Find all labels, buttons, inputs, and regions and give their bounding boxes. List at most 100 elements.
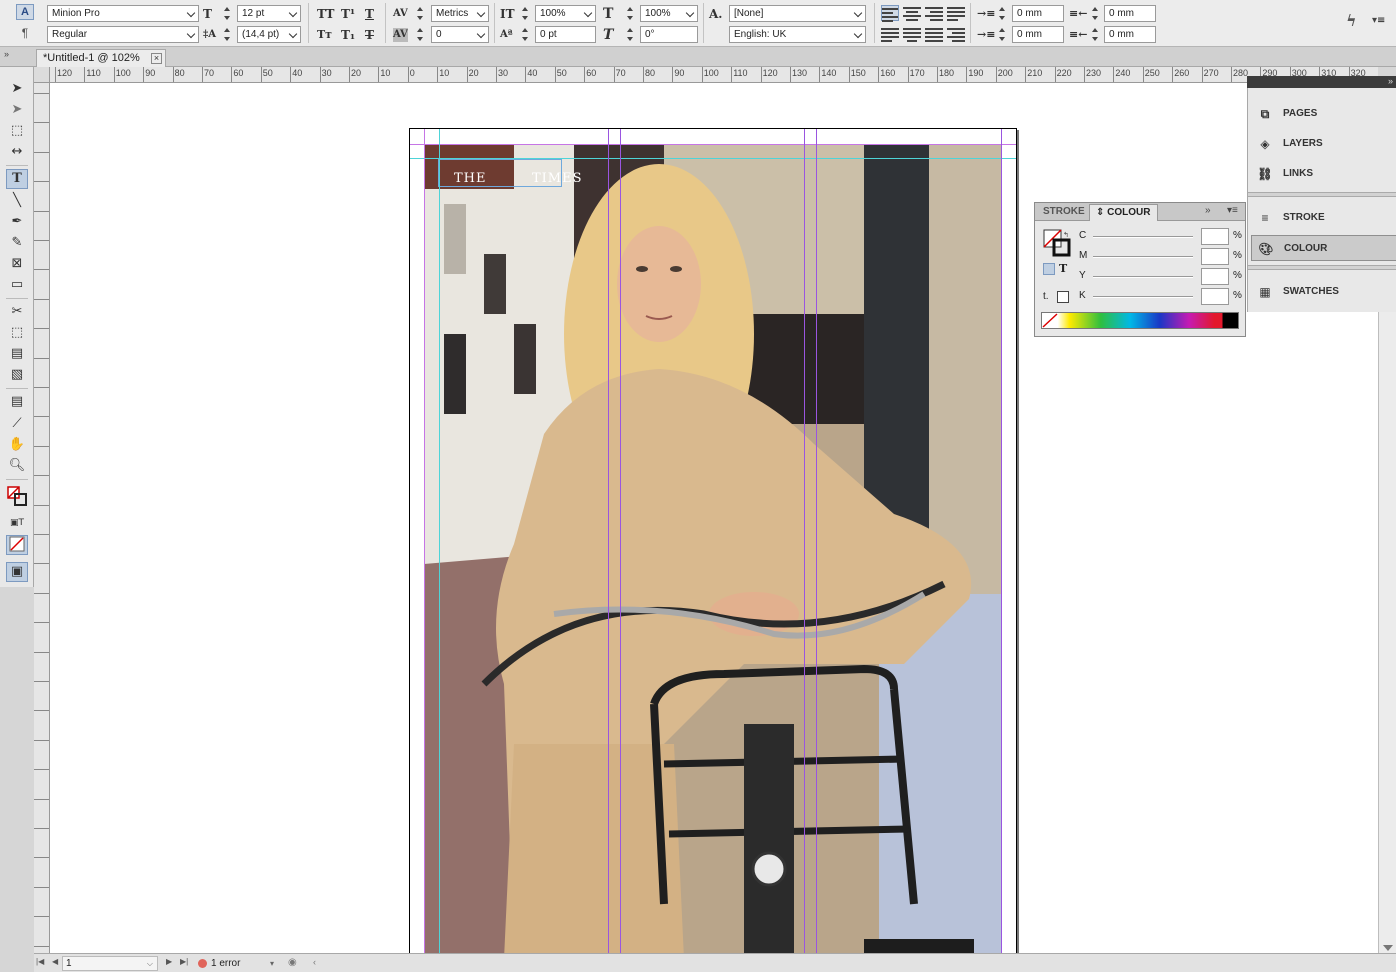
container-mode-icon[interactable] [1043, 263, 1055, 275]
horizontal-scale-field[interactable]: 100% [640, 5, 698, 22]
text-mode-icon[interactable]: T [1059, 262, 1067, 275]
rectangle-frame-tool-icon[interactable]: ⊠ [6, 254, 28, 274]
type-tool-icon[interactable]: T [6, 169, 28, 189]
justify-right-button[interactable] [925, 26, 943, 42]
rectangle-tool-icon[interactable]: ▭ [6, 275, 28, 295]
leading-stepper[interactable] [223, 26, 231, 43]
horizontal-ruler[interactable]: 120 110 100 90 80 70 60 50 40 30 20 10 0 10 20 30 40 50 60… [50, 67, 1378, 83]
justify-all-button[interactable] [881, 26, 899, 42]
close-icon[interactable]: × [151, 53, 162, 64]
last-line-indent-stepper[interactable] [1091, 26, 1099, 43]
none-colour-icon[interactable] [1042, 313, 1058, 328]
align-right-button[interactable] [925, 5, 943, 21]
expand-dock-icon[interactable]: » [1388, 76, 1393, 86]
tint-icon[interactable]: t. [1043, 291, 1049, 302]
scroll-left-arrow[interactable]: ‹ [313, 957, 316, 967]
last-page-button[interactable]: ▶| [180, 957, 188, 966]
leading-field[interactable]: (14,4 pt) [237, 26, 301, 43]
dock-header[interactable]: » [1247, 76, 1396, 88]
cyan-value-field[interactable] [1201, 228, 1229, 245]
font-size-field[interactable]: 12 pt [237, 5, 301, 22]
ruler-origin[interactable] [34, 67, 50, 83]
skew-field[interactable]: 0° [640, 26, 698, 43]
dock-item-swatches[interactable]: ▦ SWATCHES [1251, 279, 1396, 305]
yellow-slider[interactable] [1093, 276, 1193, 278]
strikethrough-button[interactable]: T [365, 28, 374, 42]
line-tool-icon[interactable]: ╲ [6, 191, 28, 211]
align-spine-button[interactable] [947, 26, 965, 42]
screen-mode-icon[interactable]: ▣ [6, 562, 28, 582]
character-mode-button[interactable]: A [16, 4, 34, 20]
superscript-button[interactable]: T¹ [341, 7, 355, 21]
pencil-tool-icon[interactable]: ✎ [6, 233, 28, 253]
document-page[interactable]: THE TIMES [409, 128, 1017, 953]
page-tool-icon[interactable]: ⬚ [6, 121, 28, 141]
panel-menu-icon[interactable]: ▾≡ [1227, 205, 1238, 216]
font-style-field[interactable]: Regular [47, 26, 199, 43]
baseline-shift-stepper[interactable] [521, 26, 529, 43]
apply-none-icon[interactable] [6, 535, 28, 555]
baseline-shift-field[interactable]: 0 pt [535, 26, 596, 43]
magenta-value-field[interactable] [1201, 248, 1229, 265]
tab-stroke[interactable]: STROKE [1037, 204, 1091, 221]
fill-stroke-swatch[interactable]: ↰ [1043, 229, 1071, 257]
paragraph-mode-button[interactable]: ¶ [16, 25, 34, 41]
first-line-indent-stepper[interactable] [998, 26, 1006, 43]
none-swatch[interactable] [1057, 291, 1069, 303]
gap-tool-icon[interactable]: ↔ [6, 142, 28, 162]
pen-tool-icon[interactable]: ✒ [6, 212, 28, 232]
free-transform-tool-icon[interactable]: ⬚ [6, 323, 28, 343]
vertical-scale-field[interactable]: 100% [535, 5, 596, 22]
quick-apply-icon[interactable]: ϟ [1346, 13, 1357, 29]
first-page-button[interactable]: |◀ [36, 957, 44, 966]
control-panel-menu-icon[interactable]: ▾≡ [1372, 14, 1385, 28]
scroll-down-arrow[interactable] [1383, 945, 1393, 951]
formatting-affects-container-icon[interactable]: ▣T [6, 513, 28, 533]
kerning-field[interactable]: Metrics [431, 5, 489, 22]
align-center-button[interactable] [903, 5, 921, 21]
cover-photo[interactable]: THE TIMES [424, 144, 1002, 953]
kerning-stepper[interactable] [416, 5, 424, 22]
vertical-scale-stepper[interactable] [521, 5, 529, 22]
open-pages-panel-icon[interactable]: ◉ [288, 957, 297, 968]
note-tool-icon[interactable]: ▤ [6, 392, 28, 412]
collapse-panel-icon[interactable]: » [1205, 205, 1211, 216]
chevron-down-icon[interactable]: ⌵ [147, 957, 153, 970]
dock-item-stroke[interactable]: ≡ STROKE [1251, 205, 1396, 231]
dock-item-links[interactable]: ⛓ LINKS [1251, 161, 1396, 187]
justify-center-button[interactable] [903, 26, 921, 42]
magenta-slider[interactable] [1093, 256, 1193, 258]
colour-panel-header[interactable]: STROKE ⇕ COLOUR » ▾≡ [1035, 203, 1245, 221]
black-slider[interactable] [1093, 296, 1193, 298]
dock-item-colour[interactable]: 🎨︎ COLOUR [1251, 235, 1396, 261]
dock-item-layers[interactable]: ◈ LAYERS [1251, 131, 1396, 157]
tab-colour[interactable]: ⇕ COLOUR [1089, 204, 1158, 221]
page-number-field[interactable]: 1 ⌵ [62, 956, 158, 971]
preflight-widget[interactable]: 1 error ▾ [196, 956, 280, 971]
selection-tool-icon[interactable]: ➤ [6, 79, 28, 99]
tracking-stepper[interactable] [416, 26, 424, 43]
all-caps-button[interactable]: TT [317, 7, 334, 21]
right-indent-field[interactable]: 0 mm [1104, 5, 1156, 22]
tracking-field[interactable]: 0 [431, 26, 489, 43]
eyedropper-tool-icon[interactable]: ⟋ [6, 414, 28, 434]
font-family-field[interactable]: Minion Pro [47, 5, 199, 22]
font-size-stepper[interactable] [223, 5, 231, 22]
justify-left-button[interactable] [947, 5, 965, 21]
yellow-value-field[interactable] [1201, 268, 1229, 285]
next-page-button[interactable]: ▶ [166, 957, 172, 966]
character-style-field[interactable]: [None] [729, 5, 866, 22]
vertical-ruler[interactable] [34, 83, 50, 953]
last-line-indent-field[interactable]: 0 mm [1104, 26, 1156, 43]
language-field[interactable]: English: UK [729, 26, 866, 43]
zoom-tool-icon[interactable]: 🔍︎ [6, 456, 28, 476]
align-left-button[interactable] [881, 5, 899, 22]
collapse-panels-icon[interactable]: » [4, 49, 9, 59]
masthead-text-frame[interactable] [438, 159, 562, 187]
horizontal-scale-stepper[interactable] [626, 5, 634, 22]
right-indent-stepper[interactable] [1091, 5, 1099, 22]
direct-selection-tool-icon[interactable]: ➤ [6, 100, 28, 120]
small-caps-button[interactable]: Tт [317, 28, 332, 42]
colour-ramp[interactable] [1041, 312, 1239, 329]
cyan-slider[interactable] [1093, 236, 1193, 238]
